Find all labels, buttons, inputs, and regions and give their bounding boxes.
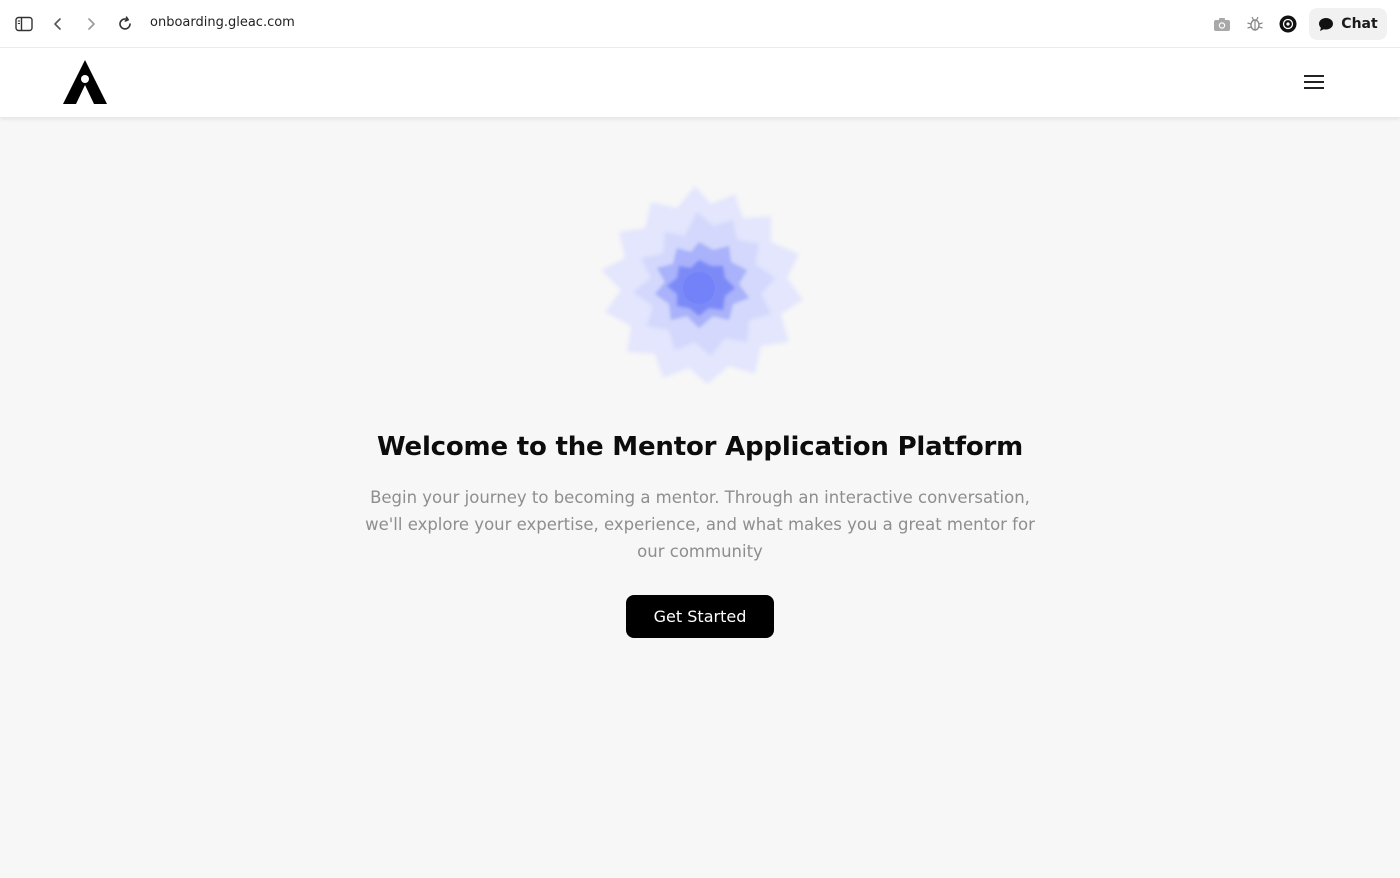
bug-icon[interactable]	[1243, 12, 1267, 36]
chat-bubble-icon	[1318, 17, 1334, 32]
address-bar-url[interactable]: onboarding.gleac.com	[150, 15, 295, 30]
chat-button[interactable]: Chat	[1309, 8, 1387, 40]
hero-orb-graphic	[595, 182, 805, 387]
reload-icon[interactable]	[113, 12, 137, 36]
site-header	[0, 48, 1400, 118]
get-started-button[interactable]: Get Started	[626, 595, 774, 638]
circle-extension-icon[interactable]	[1276, 12, 1300, 36]
camera-icon[interactable]	[1210, 12, 1234, 36]
chevron-left-icon[interactable]	[46, 12, 70, 36]
hamburger-menu-icon[interactable]	[1300, 70, 1328, 94]
sidebar-toggle-icon[interactable]	[12, 12, 36, 36]
letter-a-logo[interactable]	[62, 58, 108, 106]
page-title: Welcome to the Mentor Application Platfo…	[376, 432, 1024, 462]
page-subtitle: Begin your journey to becoming a mentor.…	[365, 488, 1035, 561]
chat-button-label: Chat	[1341, 16, 1378, 32]
chevron-right-icon[interactable]	[79, 12, 103, 36]
browser-toolbar: onboarding.gleac.com Chat	[0, 0, 1400, 48]
